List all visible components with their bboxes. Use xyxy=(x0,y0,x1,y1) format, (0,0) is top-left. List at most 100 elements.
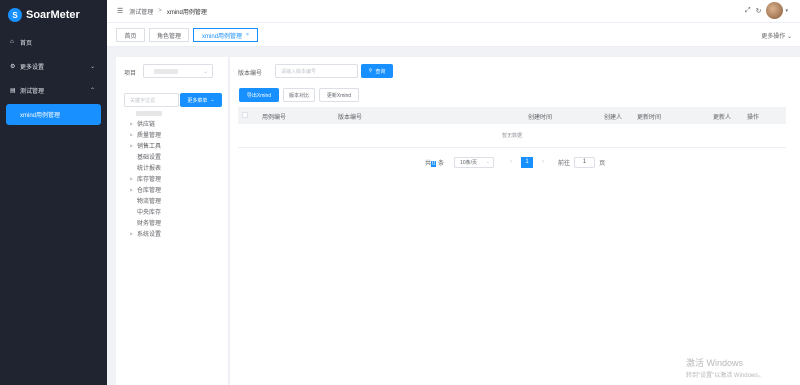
tree-root-label xyxy=(136,111,162,116)
sidebar-item-home[interactable]: ⌂ 首页 xyxy=(0,30,107,54)
logo-icon: S xyxy=(8,8,22,22)
tree-node[interactable]: ▶ 仓库管理 xyxy=(130,184,162,195)
pagination-total: 共0 条 xyxy=(425,158,444,167)
page-size-select[interactable]: 10条/页 ⌄ xyxy=(454,156,495,168)
caret-right-icon[interactable]: ▶ xyxy=(130,176,137,181)
tree-root[interactable] xyxy=(130,109,162,118)
tree-node-label: 系统设置 xyxy=(137,232,162,238)
top-header: ☰ 测试管理 > xmind用例管理 ⤢ ↻ ▾ xyxy=(107,0,800,23)
logo[interactable]: S SoarMeter xyxy=(0,0,107,30)
test-icon: ▤ xyxy=(10,87,16,94)
version-input[interactable]: 请输入版本编号 xyxy=(275,64,358,78)
tree-node-label: 中央库存 xyxy=(137,210,162,216)
table-header: 用例编号 版本编号 创建时间 创建人 更新时间 更新人 操作 xyxy=(238,107,786,124)
breadcrumb-separator: > xyxy=(158,8,162,14)
query-button[interactable]: ⚲ 查询 xyxy=(361,64,393,78)
avatar[interactable] xyxy=(766,2,784,19)
page-number-current[interactable]: 1 xyxy=(521,156,534,168)
caret-right-icon[interactable]: ▶ xyxy=(130,143,137,148)
pagination: 共0 条 10条/页 ⌄ ‹ 1 › 前往 1 页 xyxy=(425,156,605,168)
tag-label: 首页 xyxy=(124,33,137,40)
more-operations-label: 更多操作 xyxy=(761,34,786,40)
tag-role-management[interactable]: 角色管理 xyxy=(149,28,189,42)
more-menu-button[interactable]: 更多菜单 ⌄ xyxy=(180,93,222,107)
search-icon: ⚲ xyxy=(368,68,373,74)
tree-node[interactable]: 中央库存 xyxy=(130,206,162,217)
tree-filter-input[interactable]: 关键字过滤 xyxy=(124,93,179,107)
refresh-icon[interactable]: ↻ xyxy=(756,7,762,15)
tag-home[interactable]: 首页 xyxy=(116,28,145,42)
caret-right-icon[interactable]: ▶ xyxy=(130,187,137,192)
compare-versions-button[interactable]: 版本对比 xyxy=(283,88,315,102)
column-header-actions: 操作 xyxy=(747,115,760,121)
hamburger-icon[interactable]: ☰ xyxy=(117,7,123,15)
xmind-table: 用例编号 版本编号 创建时间 创建人 更新时间 更新人 操作 暂无数据 xyxy=(238,107,786,148)
project-select[interactable]: ⌄ xyxy=(143,64,213,78)
tree-node-label: 库存管理 xyxy=(137,177,162,183)
chevron-down-icon: ⌄ xyxy=(485,158,491,165)
tags-view: 首页 角色管理 xmind用例管理 × 更多操作 ⌄ xyxy=(107,23,800,47)
caret-right-icon[interactable]: ▶ xyxy=(130,132,137,137)
caret-right-icon[interactable]: ▶ xyxy=(130,121,137,126)
tree-node-label: 仓库管理 xyxy=(137,188,162,194)
header-tools: ⤢ ↻ ▾ xyxy=(740,2,788,19)
module-tree: ▶ 供应链 ▶ 质量管理 ▶ 销售工具 基础设置 统计报表 ▶ 库存管理 ▶ 仓库管理 物… xyxy=(130,109,162,239)
goto-page-input[interactable]: 1 xyxy=(574,156,596,168)
tag-xmind[interactable]: xmind用例管理 × xyxy=(193,28,258,42)
page-suffix: 页 xyxy=(599,160,606,167)
chevron-down-icon: ⌄ xyxy=(89,63,95,70)
sidebar-item-label: 更多设置 xyxy=(20,64,45,71)
more-operations-dropdown[interactable]: 更多操作 ⌄ xyxy=(761,31,792,40)
column-header-updated-time: 更新时间 xyxy=(637,115,662,121)
chevron-down-icon: ⌄ xyxy=(210,97,215,103)
chevron-down-icon: ⌄ xyxy=(202,69,208,75)
tag-label: 角色管理 xyxy=(156,33,181,40)
chevron-down-icon: ⌄ xyxy=(786,34,792,40)
chevron-up-icon: ⌃ xyxy=(89,87,95,94)
fullscreen-icon[interactable]: ⤢ xyxy=(745,7,751,15)
more-menu-label: 更多菜单 xyxy=(187,97,208,104)
windows-activation-watermark: 激活 Windows 转到"设置"以激活 Windows。 xyxy=(686,356,764,379)
total-count: 0 xyxy=(431,160,437,167)
tree-node-label: 财务管理 xyxy=(137,221,162,227)
page-size-value: 10条/页 xyxy=(460,159,477,166)
breadcrumb-item[interactable]: 测试管理 xyxy=(129,7,153,16)
watermark-title: 激活 Windows xyxy=(686,358,744,368)
tree-node[interactable]: 物流管理 xyxy=(130,195,162,206)
tree-node-label: 物流管理 xyxy=(137,199,162,205)
sidebar-item-more-settings[interactable]: ⚙ 更多设置 ⌄ xyxy=(0,54,107,78)
close-icon[interactable]: × xyxy=(246,32,249,38)
tree-node[interactable]: ▶ 质量管理 xyxy=(130,129,162,140)
tree-node[interactable]: 基础设置 xyxy=(130,151,162,162)
column-header-created-time: 创建时间 xyxy=(528,115,553,121)
project-tree-panel: 项目 ⌄ 关键字过滤 更多菜单 ⌄ ▶ 供应链 ▶ 质量管理 ▶ 销售工具 基础设置 … xyxy=(116,57,229,385)
tree-node-label: 销售工具 xyxy=(137,144,162,150)
update-xmind-button[interactable]: 更新Xmind xyxy=(319,88,359,102)
prev-page-icon[interactable]: ‹ xyxy=(506,159,516,165)
sidebar-item-xmind[interactable]: xmind用例管理 xyxy=(6,104,101,125)
tree-node[interactable]: 财务管理 xyxy=(130,217,162,228)
tree-node-label: 质量管理 xyxy=(137,133,162,139)
tree-node[interactable]: ▶ 库存管理 xyxy=(130,173,162,184)
sidebar-item-label: 测试管理 xyxy=(20,88,45,95)
tree-node[interactable]: ▶ 供应链 xyxy=(130,118,162,129)
watermark-subtitle: 转到"设置"以激活 Windows。 xyxy=(686,373,765,379)
next-page-icon[interactable]: › xyxy=(538,159,548,165)
xmind-list-panel: 版本编号 请输入版本编号 ⚲ 查询 导出Xmind 版本对比 更新Xmind 用… xyxy=(230,57,800,385)
tree-node-label: 供应链 xyxy=(137,122,156,128)
select-all-checkbox[interactable] xyxy=(242,112,248,118)
tree-node[interactable]: ▶ 销售工具 xyxy=(130,140,162,151)
tree-node-label: 统计报表 xyxy=(137,166,162,172)
sidebar-item-test-management[interactable]: ▤ 测试管理 ⌃ xyxy=(0,78,107,102)
chevron-down-icon[interactable]: ▾ xyxy=(785,8,788,14)
total-suffix: 条 xyxy=(438,160,445,167)
project-select-value xyxy=(154,68,178,74)
breadcrumb-current: xmind用例管理 xyxy=(166,9,207,16)
sidebar-item-label: xmind用例管理 xyxy=(20,113,61,119)
export-xmind-button[interactable]: 导出Xmind xyxy=(239,88,279,102)
tree-node[interactable]: 统计报表 xyxy=(130,162,162,173)
caret-right-icon[interactable]: ▶ xyxy=(130,231,137,236)
more-settings-icon: ⚙ xyxy=(10,63,16,70)
tree-node[interactable]: ▶ 系统设置 xyxy=(130,228,162,239)
query-label: 查询 xyxy=(375,68,386,75)
